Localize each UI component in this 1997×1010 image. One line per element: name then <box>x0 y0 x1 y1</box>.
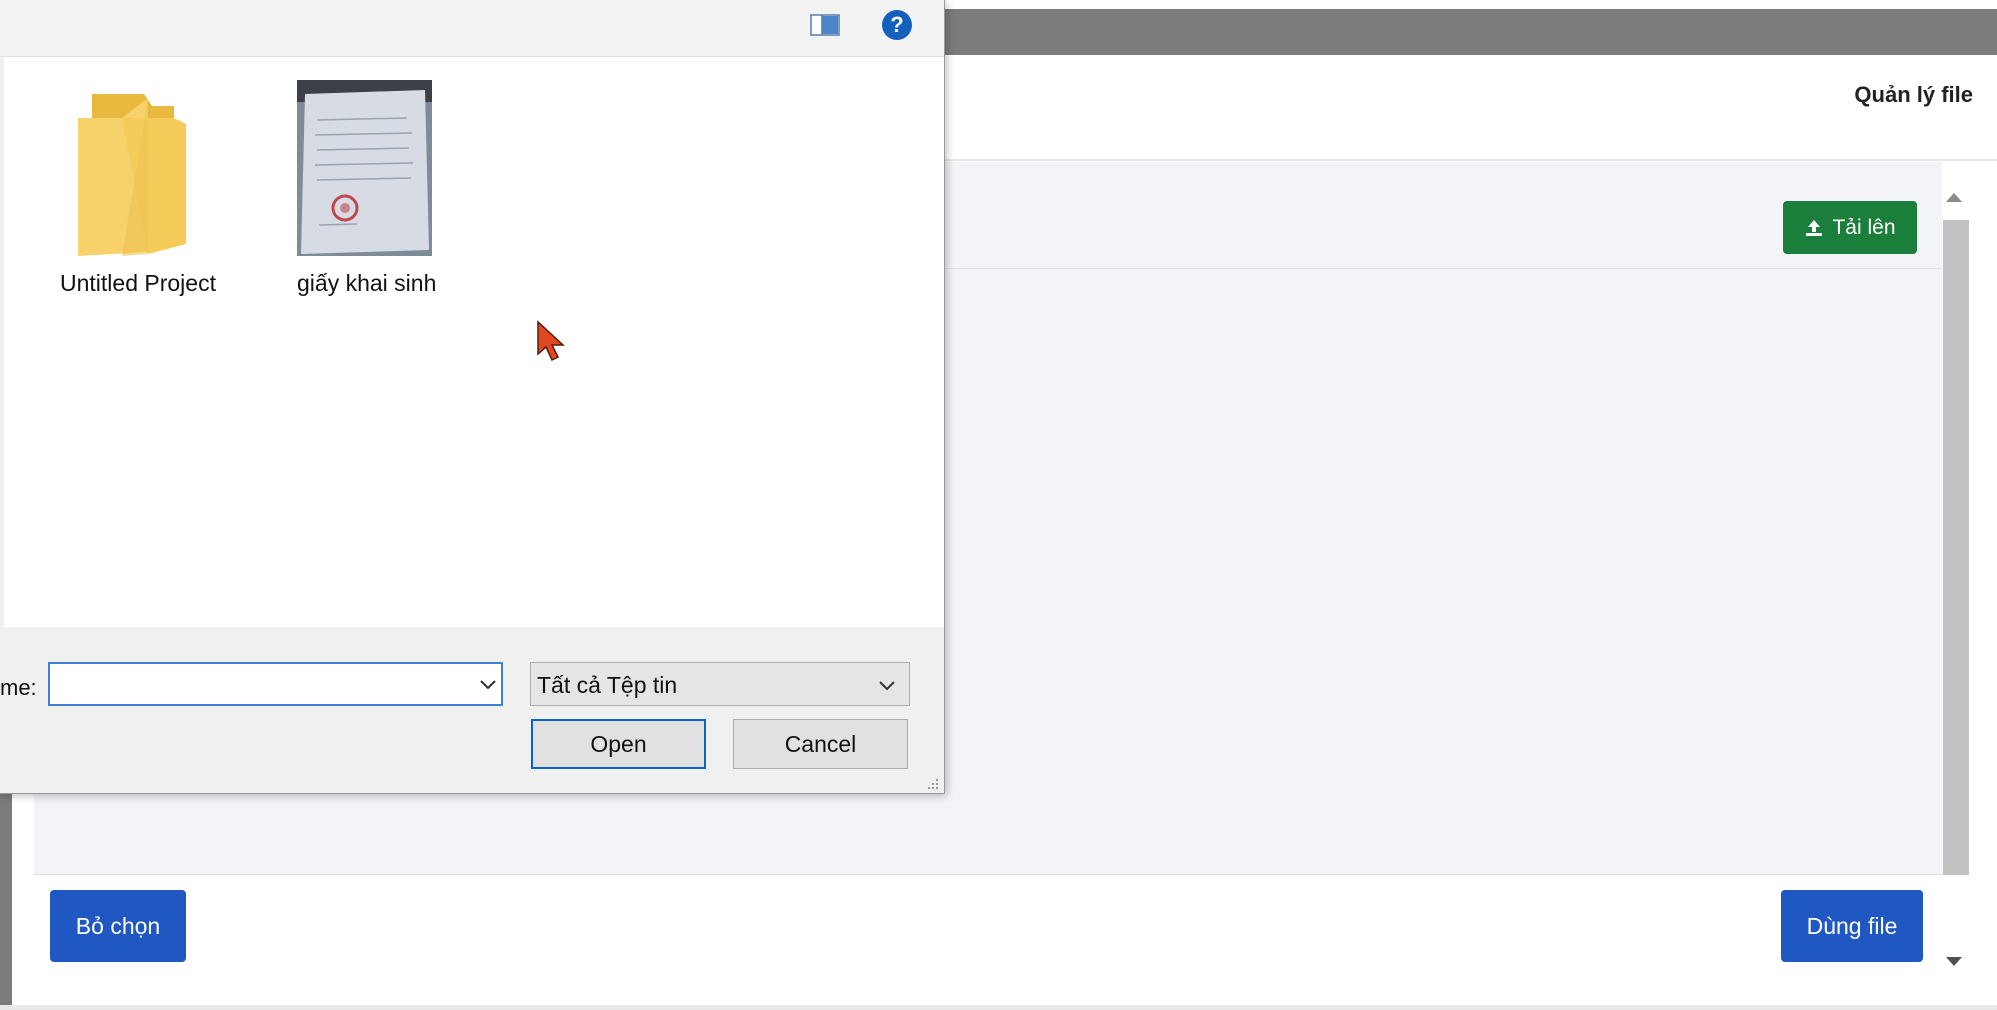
upload-button-label: Tải lên <box>1832 215 1896 239</box>
page-title: Quản lý file <box>1854 82 1973 107</box>
deselect-button[interactable]: Bỏ chọn <box>50 890 186 962</box>
chevron-down-icon[interactable] <box>478 672 498 696</box>
dialog-toolbar <box>0 0 944 57</box>
file-type-select[interactable]: Tất cả Tệp tin <box>530 662 910 706</box>
resize-grip-icon[interactable] <box>924 775 940 791</box>
scroll-down-arrow-icon[interactable] <box>1946 957 1962 966</box>
document-photo-icon <box>297 80 432 256</box>
file-name-label: me: <box>0 675 37 700</box>
help-icon[interactable]: ? <box>882 10 912 40</box>
cancel-button[interactable]: Cancel <box>733 719 908 769</box>
image-thumbnail <box>297 80 432 256</box>
folder-icon <box>78 94 186 256</box>
chevron-down-icon <box>879 681 895 691</box>
file-name: Untitled Project <box>60 270 216 296</box>
bottom-strip <box>0 1005 1997 1010</box>
file-name-input[interactable] <box>54 667 458 703</box>
use-file-button[interactable]: Dùng file <box>1781 890 1923 962</box>
scrollbar-thumb[interactable] <box>1943 220 1969 875</box>
scroll-up-arrow-icon[interactable] <box>1946 193 1962 202</box>
upload-icon <box>1806 219 1823 236</box>
preview-pane-icon[interactable] <box>810 14 840 36</box>
file-type-selected: Tất cả Tệp tin <box>537 672 678 698</box>
upload-button[interactable]: Tải lên <box>1783 201 1917 254</box>
file-name-field[interactable] <box>48 662 503 706</box>
mouse-cursor-icon <box>537 320 565 362</box>
file-name: giấy khai sinh <box>297 270 437 296</box>
open-button[interactable]: Open <box>531 719 706 769</box>
open-file-dialog: ? Untitled Project giấy khai sinh me: Tấ… <box>0 0 945 794</box>
